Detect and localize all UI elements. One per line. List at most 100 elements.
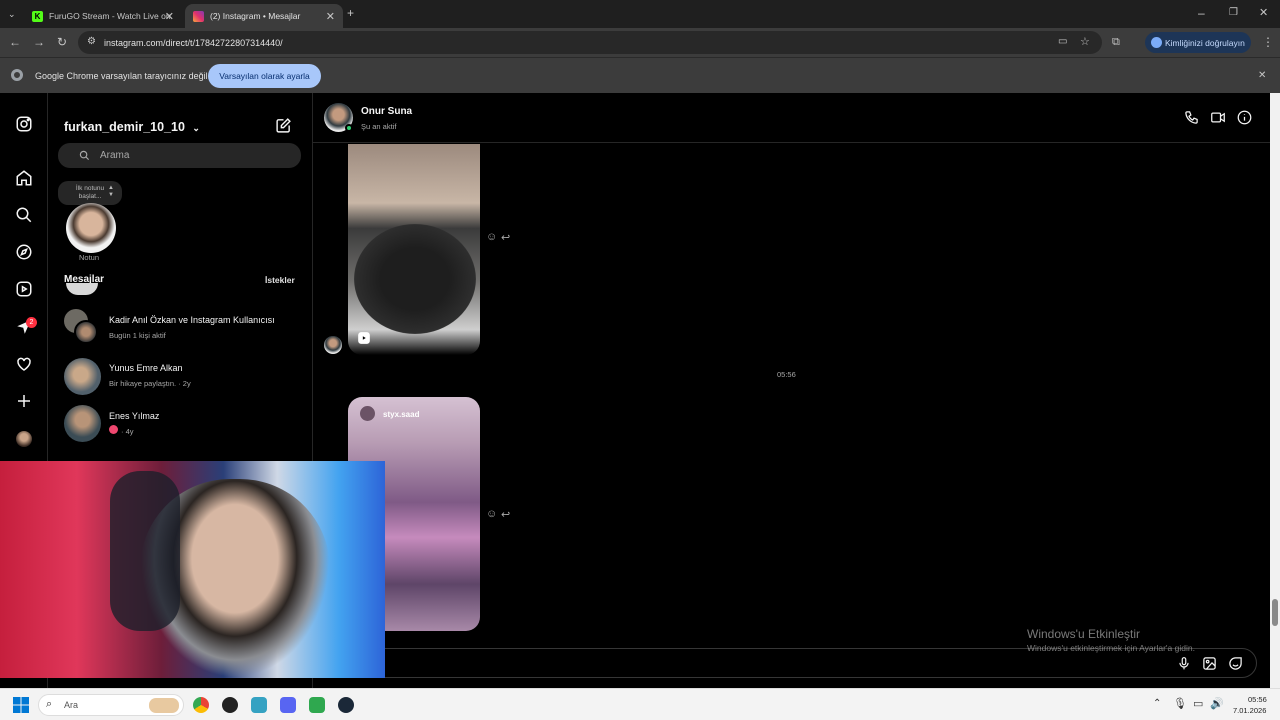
scrollbar-thumb[interactable]: [1272, 599, 1278, 626]
conversation-subtitle: · 4y: [121, 427, 134, 436]
messages-badge: 2: [26, 317, 37, 328]
minimize-icon[interactable]: –: [1198, 7, 1205, 19]
tab-furugo[interactable]: K FuruGO Stream - Watch Live on ✕: [24, 4, 182, 28]
clock-time[interactable]: 05:56: [1248, 695, 1267, 704]
account-switcher[interactable]: furkan_demir_10_10 ⌄: [64, 120, 200, 134]
note-label: Notun: [79, 253, 100, 262]
reel-icon: [358, 332, 370, 344]
taskbar-search-placeholder: Ara: [64, 700, 79, 710]
instagram-icon: [193, 10, 204, 22]
online-dot: [345, 124, 353, 132]
close-infobar-icon[interactable]: ✕: [1258, 70, 1266, 82]
microphone-icon[interactable]: [1177, 656, 1191, 671]
close-tab-icon[interactable]: ✕: [165, 10, 174, 23]
network-icon[interactable]: ▭: [1193, 697, 1203, 710]
image-icon[interactable]: [1202, 656, 1217, 671]
info-icon[interactable]: [1237, 110, 1252, 125]
address-bar[interactable]: ⚙ instagram.com/direct/t/178427228073144…: [78, 31, 1102, 54]
chrome-app-icon[interactable]: [193, 697, 209, 713]
bookmark-star-icon[interactable]: ☆: [1080, 36, 1090, 48]
verify-identity-label: Kimliğinizi doğrulayın: [1165, 37, 1245, 48]
new-tab-icon[interactable]: +: [347, 7, 354, 19]
close-tab-icon[interactable]: ✕: [326, 10, 335, 23]
reels-icon[interactable]: [15, 280, 33, 298]
tab-title: (2) Instagram • Mesajlar: [210, 11, 301, 21]
webcam-overlay: [0, 461, 385, 678]
default-browser-infobar: Google Chrome varsayılan tarayıcınız değ…: [0, 57, 1280, 93]
react-emoji-icon[interactable]: ☺: [486, 231, 497, 243]
clock-date[interactable]: 7.01.2026: [1233, 706, 1266, 715]
browser-toolbar: ← → ↻ ⚙ instagram.com/direct/t/178427228…: [0, 28, 1280, 57]
restore-icon[interactable]: ❐: [1229, 7, 1238, 19]
conversation-subtitle: Bir hikaye paylaştın. · 2y: [109, 379, 191, 388]
shared-reel[interactable]: [348, 144, 480, 355]
post-author-avatar: [360, 406, 375, 421]
tab-search-icon[interactable]: ⌄: [8, 8, 16, 20]
windows-start-icon[interactable]: [13, 697, 29, 713]
own-note-avatar[interactable]: [66, 203, 116, 253]
site-info-icon[interactable]: ⚙: [87, 36, 96, 48]
back-icon[interactable]: ←: [9, 36, 21, 48]
phone-icon[interactable]: [1184, 110, 1199, 125]
search-highlight-icon: [149, 698, 179, 713]
search-icon[interactable]: [15, 206, 33, 224]
instagram-logo-icon[interactable]: [15, 115, 33, 133]
conversation-subtitle: Bugün 1 kişi aktif: [109, 331, 166, 340]
webcam-chair: [110, 471, 180, 631]
profile-avatar[interactable]: [16, 431, 32, 447]
sticker-icon[interactable]: [1228, 656, 1243, 671]
reply-icon[interactable]: ↩: [501, 508, 510, 521]
heart-icon[interactable]: [15, 355, 33, 373]
new-message-icon[interactable]: [275, 117, 292, 134]
username: furkan_demir_10_10: [64, 120, 185, 134]
conversation-avatar: [64, 358, 101, 395]
url-text: instagram.com/direct/t/17842722807314440…: [104, 37, 283, 48]
chat-thread: Onur Suna Şu an aktif ☺ ↩ 05:56 styx.saa…: [313, 93, 1270, 688]
browser-tab-strip: ⌄ K FuruGO Stream - Watch Live on ✕ (2) …: [0, 0, 1280, 28]
search-placeholder: Arama: [100, 150, 130, 161]
discord-icon[interactable]: [280, 697, 296, 713]
show-hidden-icons[interactable]: ⌃: [1153, 698, 1161, 709]
react-emoji-icon[interactable]: ☺: [486, 508, 497, 520]
forward-icon[interactable]: →: [33, 36, 45, 48]
app-icon[interactable]: [309, 697, 325, 713]
extensions-icon[interactable]: ⧉: [1112, 36, 1120, 48]
conversation-name: Kadir Anıl Özkan ve Instagram Kullanıcıs…: [109, 315, 275, 325]
volume-icon[interactable]: 🔊: [1210, 697, 1224, 710]
reel-thumbnail: [354, 224, 476, 334]
note-bubble-line1: İlk notunu: [75, 185, 105, 192]
steam-icon[interactable]: [338, 697, 354, 713]
requests-link[interactable]: İstekler: [265, 275, 295, 285]
scroll-arrows-icon: ▲ ▼: [108, 185, 114, 198]
verify-identity-button[interactable]: Kimliğinizi doğrulayın: [1145, 32, 1251, 53]
create-icon[interactable]: [15, 392, 33, 410]
conversation-name: Yunus Emre Alkan: [109, 363, 183, 373]
chat-header: Onur Suna Şu an aktif: [313, 93, 1270, 143]
video-call-icon[interactable]: [1210, 110, 1226, 125]
infobar-text: Google Chrome varsayılan tarayıcınız değ…: [35, 71, 208, 81]
menu-icon[interactable]: ⋮: [1262, 36, 1274, 48]
search-input[interactable]: Arama: [58, 143, 301, 168]
install-app-icon[interactable]: ▭: [1058, 36, 1067, 48]
close-window-icon[interactable]: ✕: [1259, 7, 1268, 19]
contact-status: Şu an aktif: [361, 122, 397, 131]
home-icon[interactable]: [15, 169, 33, 187]
contact-name[interactable]: Onur Suna: [361, 106, 412, 117]
reply-icon[interactable]: ↩: [501, 231, 510, 244]
app-icon[interactable]: [222, 697, 238, 713]
chrome-icon: [11, 69, 23, 81]
taskbar-search[interactable]: ⌕ Ara: [38, 694, 184, 716]
windows-taskbar: ⌕ Ara ⌃ 🎙 ▭ 🔊 05:56 7.01.2026: [0, 688, 1280, 720]
activation-watermark: Windows'u Etkinleştir Windows'u etkinleş…: [1027, 627, 1195, 653]
list-item-avatar: [66, 283, 98, 295]
set-default-button[interactable]: Varsayılan olarak ayarla: [208, 64, 321, 88]
reload-icon[interactable]: ↻: [57, 36, 67, 48]
watermark-title: Windows'u Etkinleştir: [1027, 627, 1140, 641]
group-avatar: [74, 320, 98, 344]
tab-instagram[interactable]: (2) Instagram • Mesajlar ✕: [185, 4, 343, 28]
explore-icon[interactable]: [15, 243, 33, 261]
page-scrollbar[interactable]: [1270, 93, 1280, 688]
app-icon[interactable]: [251, 697, 267, 713]
message-timestamp: 05:56: [777, 370, 796, 379]
microphone-tray-icon[interactable]: 🎙: [1173, 697, 1187, 710]
